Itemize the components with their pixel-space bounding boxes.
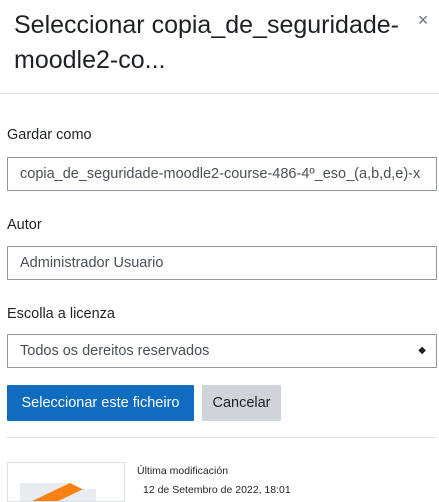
last-modified-label: Última modificación: [137, 465, 229, 477]
author-input[interactable]: Administrador Usuario: [7, 246, 437, 280]
select-arrow-icon: ◆: [418, 345, 426, 356]
save-as-input[interactable]: copia_de_seguridade-moodle2-course-486-4…: [7, 157, 437, 191]
close-icon[interactable]: ×: [413, 10, 433, 30]
dialog-title: Seleccionar copia_de_seguridade-moodle2-…: [14, 11, 399, 74]
author-label: Autor: [7, 217, 42, 233]
license-label: Escolla a licenza: [7, 306, 115, 322]
file-thumbnail: [7, 462, 125, 502]
divider: [7, 437, 437, 438]
save-as-label: Gardar como: [7, 127, 92, 143]
moodle-backup-file-icon: [20, 483, 96, 501]
select-file-button[interactable]: Seleccionar este ficheiro: [7, 385, 194, 421]
license-select[interactable]: Todos os dereitos reservados ◆: [7, 334, 437, 368]
last-modified-value: 12 de Setembro de 2022, 18:01: [143, 484, 291, 496]
cancel-button[interactable]: Cancelar: [202, 385, 281, 421]
dialog-header: Seleccionar copia_de_seguridade-moodle2-…: [0, 0, 439, 94]
license-selected-value: Todos os dereitos reservados: [20, 343, 210, 359]
